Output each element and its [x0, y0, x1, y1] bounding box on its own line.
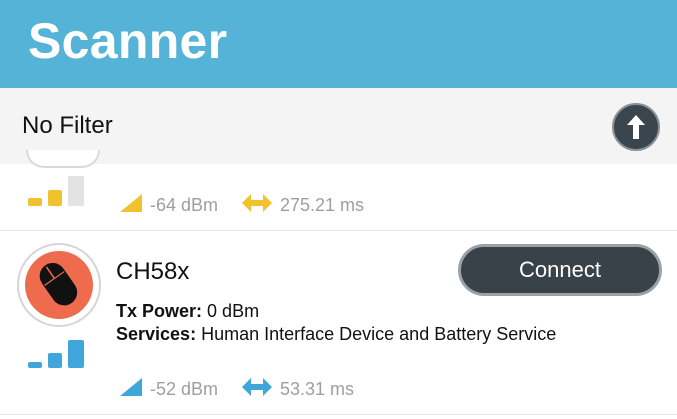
filter-bar[interactable]: No Filter: [0, 88, 677, 164]
signal-strength-icon: [28, 176, 84, 206]
device-avatar: [17, 243, 101, 327]
rssi-value: -64 dBm: [150, 195, 219, 215]
rssi-icon: [120, 194, 142, 212]
device-name: CH58x: [116, 258, 190, 285]
page-title: Scanner: [28, 13, 228, 69]
filter-toggle-button[interactable]: [612, 103, 660, 151]
services-label: Services:: [116, 324, 197, 344]
connect-button[interactable]: Connect: [458, 244, 662, 296]
rssi-icon: [120, 378, 142, 396]
app-header: Scanner: [0, 0, 677, 88]
interval-value: 53.31 ms: [280, 379, 355, 399]
device-avatar: [26, 150, 100, 168]
signal-strength-icon: [28, 340, 84, 368]
services: Services: Human Interface Device and Bat…: [116, 324, 556, 345]
mouse-icon: [25, 251, 93, 319]
interval-icon: [242, 194, 272, 212]
arrow-up-icon: [627, 115, 645, 139]
services-value: Human Interface Device and Battery Servi…: [201, 324, 557, 344]
tx-power-value: 0 dBm: [207, 301, 260, 321]
interval-value: 275.21 ms: [280, 195, 365, 215]
divider: [0, 414, 677, 415]
tx-power-label: Tx Power:: [116, 301, 203, 321]
interval-icon: [242, 378, 272, 396]
filter-label: No Filter: [22, 112, 113, 139]
rssi-value: -52 dBm: [150, 379, 219, 399]
tx-power: Tx Power: 0 dBm: [116, 301, 259, 322]
